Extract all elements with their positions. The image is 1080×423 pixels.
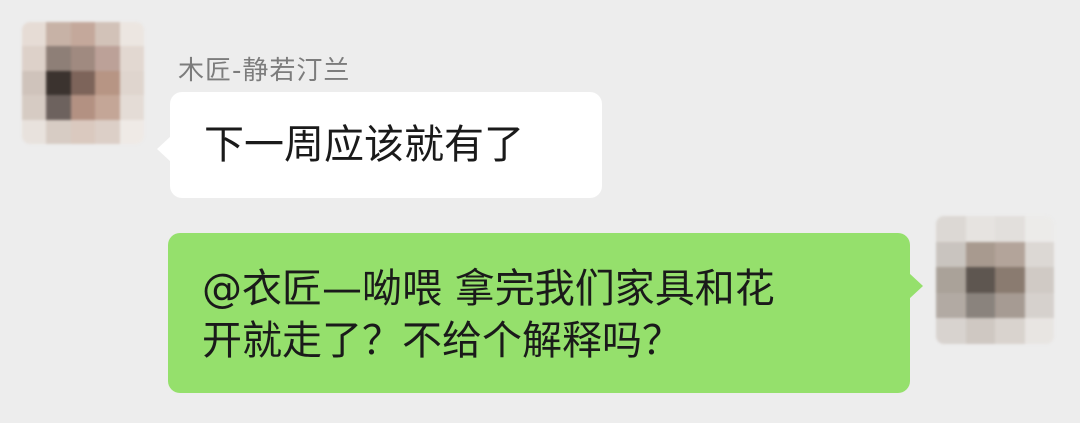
avatar-mosaic-cell: [70, 46, 96, 71]
avatar-mosaic-cell: [936, 267, 966, 293]
avatar-mosaic-cell: [119, 70, 144, 96]
avatar-mosaic-cell: [119, 22, 144, 47]
outgoing-message-text: @衣匠—呦喂 拿完我们家具和花 开就走了？不给个解释吗？: [202, 263, 892, 367]
avatar-mosaic-cell: [22, 70, 47, 96]
avatar-mosaic-cell: [1024, 292, 1054, 319]
outgoing-message-line-2: 开就走了？不给个解释吗？: [202, 318, 682, 364]
avatar-mosaic-cell: [46, 119, 71, 144]
avatar-mosaic-cell: [95, 119, 120, 144]
avatar-mosaic-cell: [965, 241, 995, 268]
incoming-message-bubble[interactable]: 下一周应该就有了: [157, 92, 602, 198]
avatar-mosaic-cell: [95, 70, 120, 96]
sender-name: 木匠-静若汀兰: [178, 56, 351, 86]
self-avatar[interactable]: [936, 216, 1054, 344]
avatar-mosaic-cell: [1024, 267, 1054, 293]
avatar-mosaic-cell: [995, 241, 1025, 268]
avatar-mosaic-cell: [936, 292, 966, 319]
avatar-mosaic-cell: [119, 95, 144, 120]
avatar-mosaic-cell: [46, 22, 71, 47]
avatar-mosaic-cell: [22, 95, 47, 120]
avatar-mosaic-cell: [995, 292, 1025, 319]
avatar-mosaic-cell: [46, 95, 71, 120]
incoming-message-text: 下一周应该就有了: [204, 122, 524, 168]
avatar-mosaic-cell: [95, 95, 120, 120]
avatar-mosaic-cell: [119, 119, 144, 144]
sender-avatar[interactable]: [22, 22, 144, 144]
avatar-mosaic-cell: [119, 46, 144, 71]
avatar-mosaic-cell: [22, 119, 47, 144]
avatar-mosaic-cell: [70, 22, 96, 47]
avatar-mosaic-cell: [46, 70, 71, 96]
avatar-mosaic-cell: [936, 318, 966, 344]
avatar-mosaic-cell: [995, 267, 1025, 293]
avatar-mosaic-cell: [1024, 241, 1054, 268]
avatar-mosaic-cell: [70, 70, 96, 96]
avatar-mosaic-cell: [1024, 216, 1054, 242]
avatar-mosaic-cell: [46, 46, 71, 71]
outgoing-message-line-1: @衣匠—呦喂 拿完我们家具和花: [202, 266, 775, 312]
avatar-mosaic-cell: [70, 119, 96, 144]
avatar-mosaic-cell: [936, 241, 966, 268]
avatar-mosaic-cell: [95, 22, 120, 47]
avatar-mosaic-cell: [965, 292, 995, 319]
avatar-mosaic-cell: [22, 22, 47, 47]
avatar-mosaic-cell: [965, 216, 995, 242]
avatar-mosaic-cell: [936, 216, 966, 242]
avatar-mosaic-cell: [70, 95, 96, 120]
avatar-mosaic-cell: [995, 318, 1025, 344]
avatar-mosaic-cell: [965, 318, 995, 344]
avatar-mosaic-cell: [965, 267, 995, 293]
avatar-mosaic-cell: [1024, 318, 1054, 344]
outgoing-message-bubble[interactable]: @衣匠—呦喂 拿完我们家具和花 开就走了？不给个解释吗？: [168, 233, 923, 393]
avatar-mosaic-cell: [995, 216, 1025, 242]
avatar-mosaic-cell: [95, 46, 120, 71]
avatar-mosaic-cell: [22, 46, 47, 71]
